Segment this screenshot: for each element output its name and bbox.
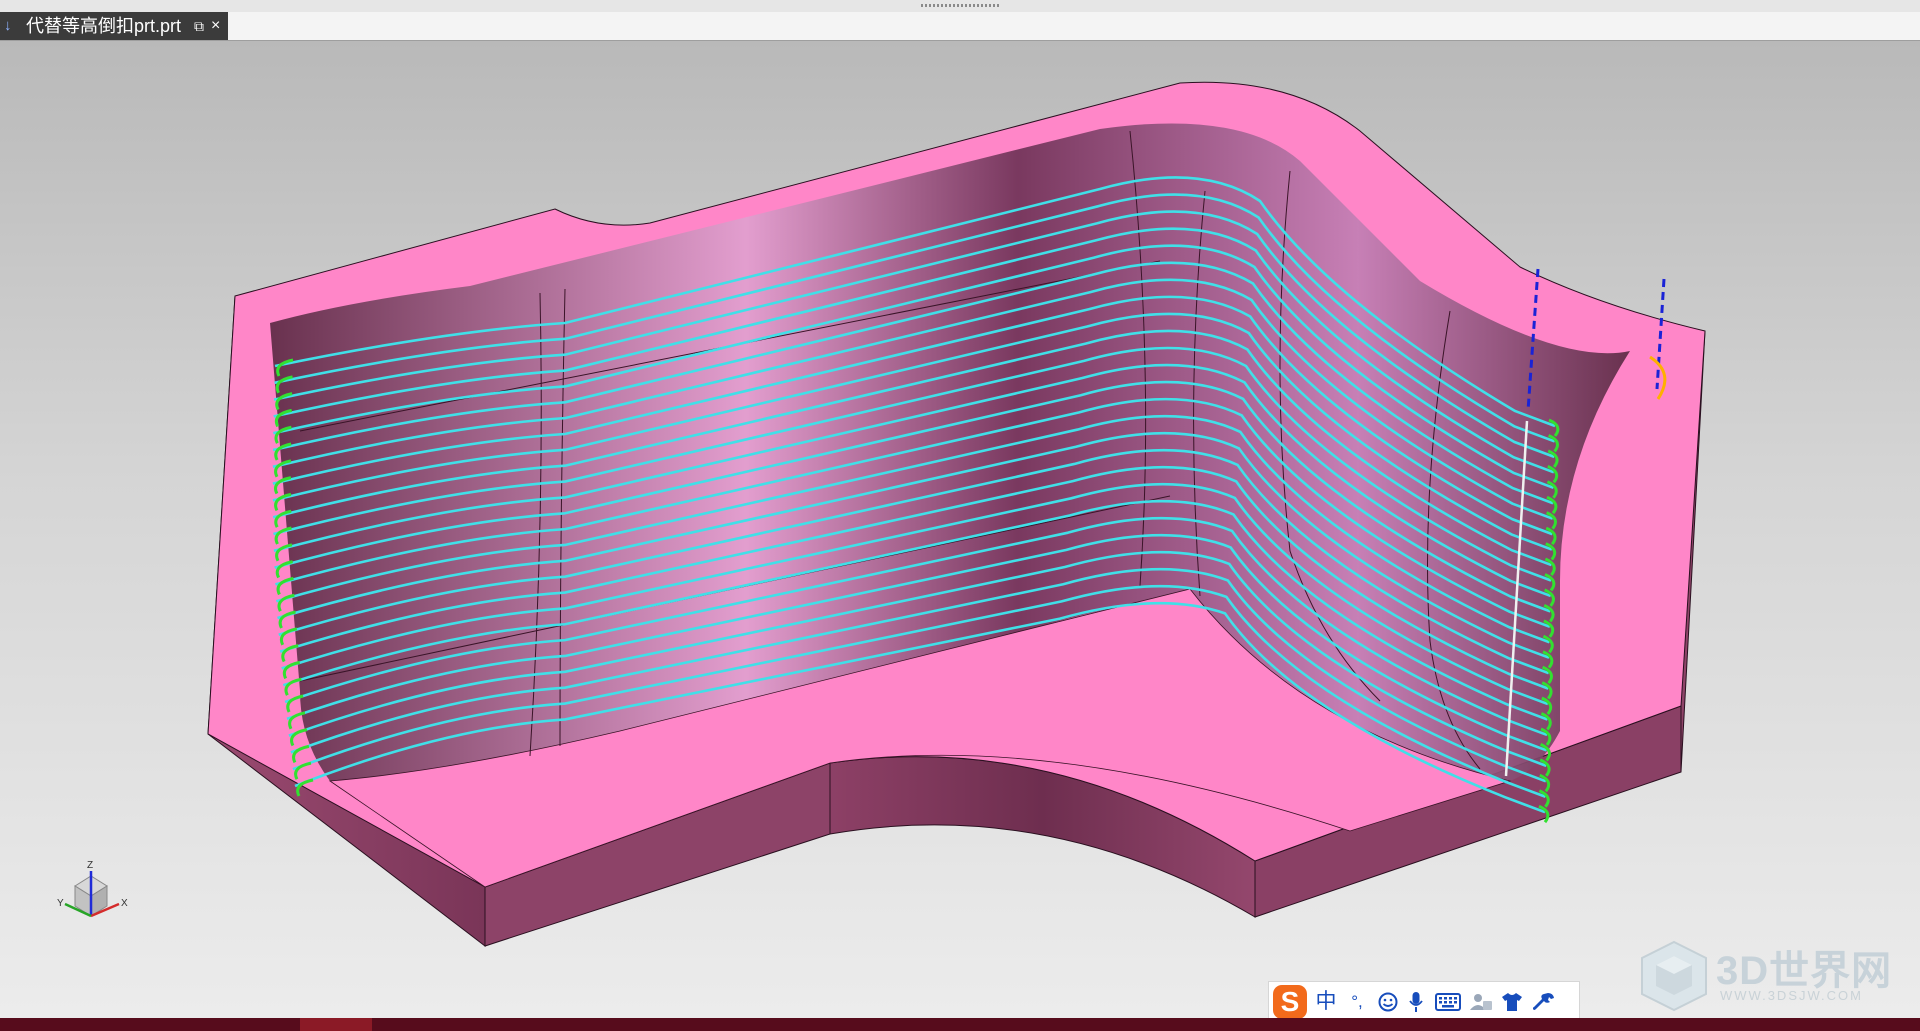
- user-card-icon[interactable]: [1469, 992, 1493, 1012]
- document-tab[interactable]: ↓ 代替等高倒扣prt.prt ⧉ ×: [0, 12, 228, 40]
- resize-grip[interactable]: [921, 4, 999, 7]
- watermark-url: WWW.3DSJW.COM: [1720, 988, 1863, 1003]
- triad-y-label: Y: [57, 898, 64, 909]
- graphics-viewport[interactable]: Z X Y: [0, 41, 1920, 1018]
- ime-logo[interactable]: S: [1273, 985, 1307, 1019]
- document-tab-bar: ↓ 代替等高倒扣prt.prt ⧉ ×: [0, 12, 1920, 41]
- down-arrow-icon: ↓: [4, 17, 12, 34]
- bottom-status-segment: [300, 1018, 372, 1031]
- ime-language-toggle[interactable]: 中: [1313, 982, 1339, 1022]
- ime-toolbar: S 中 °,: [1268, 981, 1580, 1021]
- document-tab-title: 代替等高倒扣prt.prt: [26, 16, 182, 36]
- bottom-status-strip: [0, 1018, 1920, 1031]
- close-icon[interactable]: ×: [211, 12, 220, 40]
- triad-x-label: X: [121, 898, 128, 909]
- keyboard-icon[interactable]: [1435, 993, 1461, 1011]
- watermark: 3D世界网 WWW.3DSJW.COM: [1636, 938, 1896, 1012]
- triad-z-label: Z: [87, 860, 93, 871]
- smiley-icon[interactable]: [1377, 992, 1399, 1012]
- wcs-triad: Z X Y: [57, 860, 128, 918]
- ime-punctuation-toggle[interactable]: °,: [1343, 982, 1371, 1022]
- wrench-icon[interactable]: [1533, 992, 1555, 1012]
- popout-icon[interactable]: ⧉: [194, 12, 204, 40]
- skin-shirt-icon[interactable]: [1501, 992, 1523, 1012]
- part-model: Z X Y: [57, 81, 1706, 948]
- watermark-cube-icon: [1641, 940, 1707, 1012]
- microphone-icon[interactable]: [1408, 991, 1424, 1013]
